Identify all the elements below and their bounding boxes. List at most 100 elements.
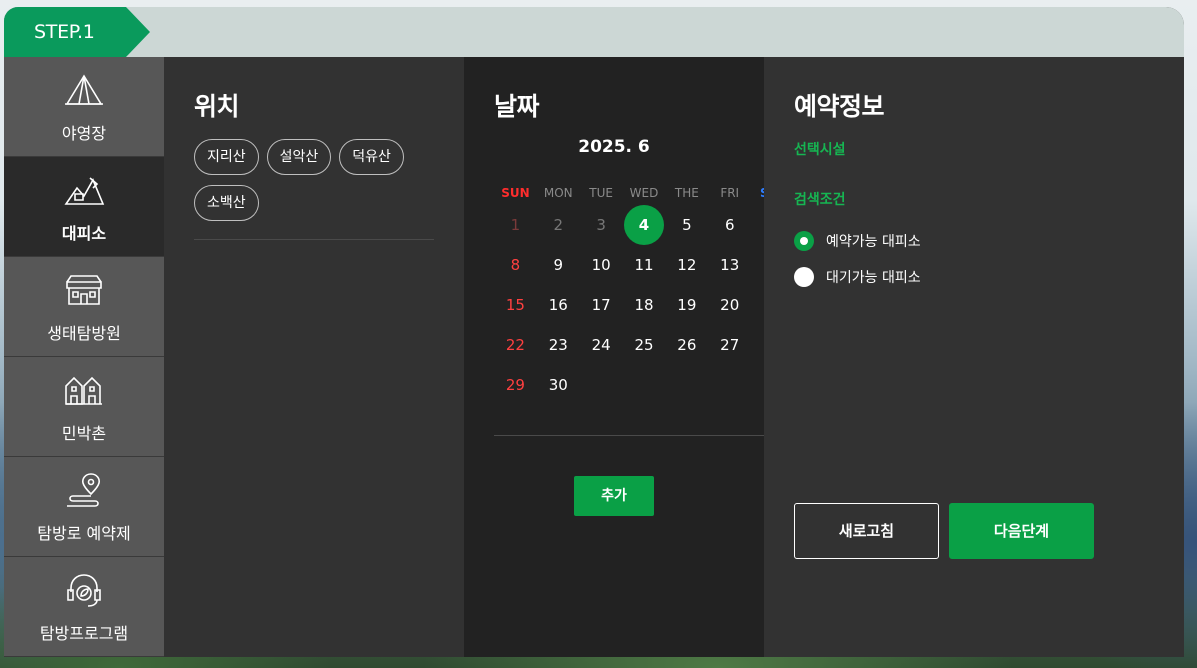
sidebar-item-eco-lodge[interactable]: 생태탐방원 [4,257,164,357]
calendar-day[interactable]: 20 [708,285,751,325]
calendar-week: 29 30 [494,365,794,405]
calendar-week: 1234567 [494,205,794,245]
calendar-day-number: 3 [596,216,606,234]
calendar: SUN MON TUE WED THE FRI SAT 123456789101… [494,181,794,405]
location-title: 위치 [194,92,240,121]
calendar-day-number: 29 [505,376,525,394]
sidebar-item-label: 야영장 [61,123,107,143]
headset-leaf-icon [67,573,101,607]
calendar-day[interactable]: 2 [537,205,580,245]
sidebar-item-minbak[interactable]: 민박촌 [4,357,164,457]
calendar-week: 22232425262728 [494,325,794,365]
weekday-label: FRI [720,186,740,200]
radio-waitlist-shelter[interactable]: 대기가능 대피소 [794,259,1094,295]
calendar-days: 1234567891011121314151617181920212223242… [494,205,794,405]
add-button[interactable]: 추가 [574,476,654,516]
calendar-day[interactable]: 15 [494,285,537,325]
calendar-day-number: 25 [634,336,654,354]
date-column: 날짜 2025. 6 SUN MON TUE WED THE FRI SAT 1… [464,57,794,657]
calendar-day[interactable]: 29 [494,365,537,405]
sidebar-item-label: 생태탐방원 [47,323,121,343]
sidebar-item-program[interactable]: 탐방프로그램 [4,557,164,657]
calendar-day[interactable]: 23 [537,325,580,365]
calendar-day-number: 12 [677,256,697,274]
calendar-day[interactable]: 10 [580,245,623,285]
radio-label: 예약가능 대피소 [826,234,921,250]
calendar-day[interactable]: 4 [623,205,666,245]
calendar-day[interactable]: 11 [623,245,666,285]
radio-unchecked-icon[interactable] [794,267,814,287]
radio-available-shelter[interactable]: 예약가능 대피소 [794,223,1094,259]
calendar-day-number: 15 [505,296,525,314]
calendar-day[interactable]: 13 [708,245,751,285]
next-step-button[interactable]: 다음단계 [949,503,1094,559]
location-column: 위치 지리산 설악산 덕유산 소백산 [164,57,464,657]
calendar-day[interactable]: 30 [537,365,580,405]
chip-seoraksan[interactable]: 설악산 [266,139,332,175]
weekday-label: TUE [589,186,613,200]
calendar-day[interactable]: 26 [665,325,708,365]
calendar-day-number: 22 [505,336,525,354]
calendar-day[interactable]: 1 [494,205,537,245]
calendar-day[interactable]: 16 [537,285,580,325]
radio-checked-icon[interactable] [794,231,814,251]
weekday-label: WED [629,186,659,200]
calendar-day[interactable]: 8 [494,245,537,285]
trail-pin-icon [67,472,100,507]
reservation-panel: STEP.1 야영장 대피소 생태탐방원 민박촌 탐방로 예약제 탐방프로그램 … [4,7,1184,657]
weekday-label: MON [543,186,573,200]
calendar-day[interactable]: 22 [494,325,537,365]
calendar-day-number: 4 [638,216,650,234]
calendar-day[interactable]: 6 [708,205,751,245]
calendar-day[interactable]: 25 [623,325,666,365]
calendar-month: 2025. 6 [578,137,650,157]
calendar-day[interactable]: 27 [708,325,751,365]
houses-icon [65,376,102,405]
calendar-day-number: 18 [634,296,654,314]
calendar-empty-cell [708,365,751,405]
sidebar-item-label: 탐방프로그램 [39,623,129,643]
calendar-day[interactable]: 12 [665,245,708,285]
mountain-chips: 지리산 설악산 덕유산 소백산 [194,139,434,240]
refresh-button[interactable]: 새로고침 [794,503,939,559]
sidebar-item-label: 대피소 [61,223,107,243]
calendar-day[interactable]: 18 [623,285,666,325]
calendar-day-number: 9 [553,256,564,274]
calendar-day[interactable]: 3 [580,205,623,245]
calendar-empty-cell [665,365,708,405]
calendar-day[interactable]: 19 [665,285,708,325]
calendar-day-number: 10 [591,256,611,274]
calendar-day-number: 5 [682,216,692,234]
calendar-day-number: 30 [548,376,568,394]
lodge-icon [66,274,102,305]
calendar-day-number: 19 [677,296,697,314]
chip-jirisan[interactable]: 지리산 [194,139,259,175]
calendar-day-number: 26 [677,336,697,354]
calendar-divider [494,435,794,436]
calendar-weekdays: SUN MON TUE WED THE FRI SAT [494,181,794,205]
weekday-label: THE [674,186,699,200]
sidebar-item-campsite[interactable]: 야영장 [4,57,164,157]
calendar-day-number: 11 [634,256,654,274]
date-title: 날짜 [494,92,540,121]
facility-sidebar: 야영장 대피소 생태탐방원 민박촌 탐방로 예약제 탐방프로그램 [4,57,164,657]
calendar-week: 15161718192021 [494,285,794,325]
calendar-day-number: 24 [591,336,611,354]
sidebar-item-shelter[interactable]: 대피소 [4,157,164,257]
calendar-day[interactable]: 9 [537,245,580,285]
chip-deogyusan[interactable]: 덕유산 [339,139,404,175]
calendar-day[interactable]: 5 [665,205,708,245]
calendar-empty-cell [580,365,623,405]
calendar-day[interactable]: 17 [580,285,623,325]
calendar-day-number: 2 [553,216,564,234]
calendar-day-number: 20 [720,296,740,314]
step-label: STEP.1 [4,7,150,57]
calendar-day-number: 27 [720,336,740,354]
chip-sobaeksan[interactable]: 소백산 [194,185,259,221]
calendar-day-number: 6 [724,216,735,234]
calendar-day[interactable]: 24 [580,325,623,365]
calendar-day-number: 16 [548,296,568,314]
sidebar-item-trail-reservation[interactable]: 탐방로 예약제 [4,457,164,557]
weekday-label: SUN [501,186,530,200]
sidebar-item-label: 민박촌 [61,423,107,443]
